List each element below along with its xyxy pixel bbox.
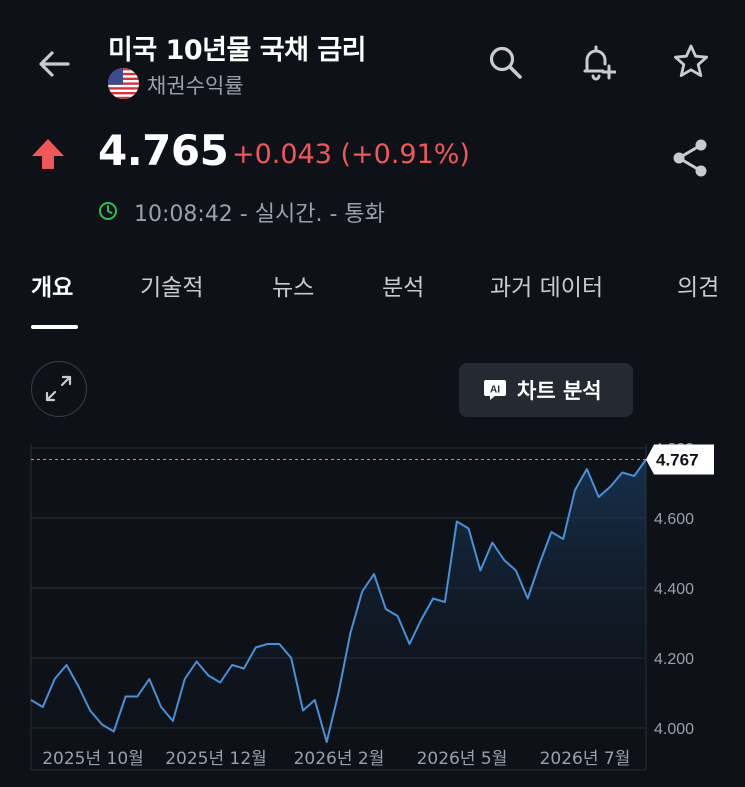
us-flag-icon — [108, 68, 139, 99]
ai-badge-text: AI — [490, 385, 500, 396]
tab-analysis[interactable]: 분석 — [382, 268, 424, 302]
x-tick-label: 2026년 2월 — [294, 749, 385, 769]
tab-news[interactable]: 뉴스 — [272, 268, 314, 302]
current-price: 4.765 — [98, 126, 229, 175]
add-alert-icon[interactable] — [576, 42, 616, 82]
page-title: 미국 10년물 국채 금리 — [108, 35, 367, 66]
ai-chart-analysis-label: 차트 분석 — [517, 379, 602, 403]
ai-badge-icon: AI — [484, 380, 506, 400]
share-icon[interactable] — [668, 136, 712, 180]
star-icon[interactable] — [671, 42, 711, 82]
tab-opinion[interactable]: 의견 — [677, 268, 719, 302]
price-up-icon — [32, 139, 64, 169]
x-tick-label: 2025년 10월 — [42, 749, 144, 769]
ai-chart-analysis-button[interactable]: AI 차트 분석 — [459, 363, 633, 417]
y-tick-label: 4.600 — [654, 511, 694, 528]
active-tab-indicator — [31, 325, 78, 329]
y-tick-label: 4.000 — [654, 721, 694, 738]
tab-historical-data[interactable]: 과거 데이터 — [490, 268, 603, 302]
search-icon[interactable] — [485, 42, 525, 82]
x-tick-label: 2026년 7월 — [540, 749, 631, 769]
last-price-label: 4.767 — [656, 451, 699, 470]
expand-icon — [45, 375, 72, 402]
series-area — [31, 459, 646, 770]
tab-technical[interactable]: 기술적 — [140, 268, 203, 302]
back-arrow-icon[interactable] — [34, 44, 74, 84]
x-tick-label: 2025년 12월 — [165, 749, 267, 769]
y-tick-label: 4.200 — [654, 651, 694, 668]
instrument-category: 채권수익률 — [147, 74, 244, 98]
y-tick-label: 4.400 — [654, 581, 694, 598]
price-chart[interactable]: 4.0004.2004.4004.6004.8004.7672025년 10월2… — [0, 430, 745, 787]
x-tick-label: 2026년 5월 — [417, 749, 508, 769]
quote-timestamp: 10:08:42 - 실시간. - 통화 — [134, 202, 385, 227]
tab-overview[interactable]: 개요 — [31, 268, 73, 302]
price-change: +0.043 (+0.91%) — [232, 139, 470, 170]
clock-icon — [99, 202, 117, 220]
expand-chart-button[interactable] — [31, 361, 87, 417]
